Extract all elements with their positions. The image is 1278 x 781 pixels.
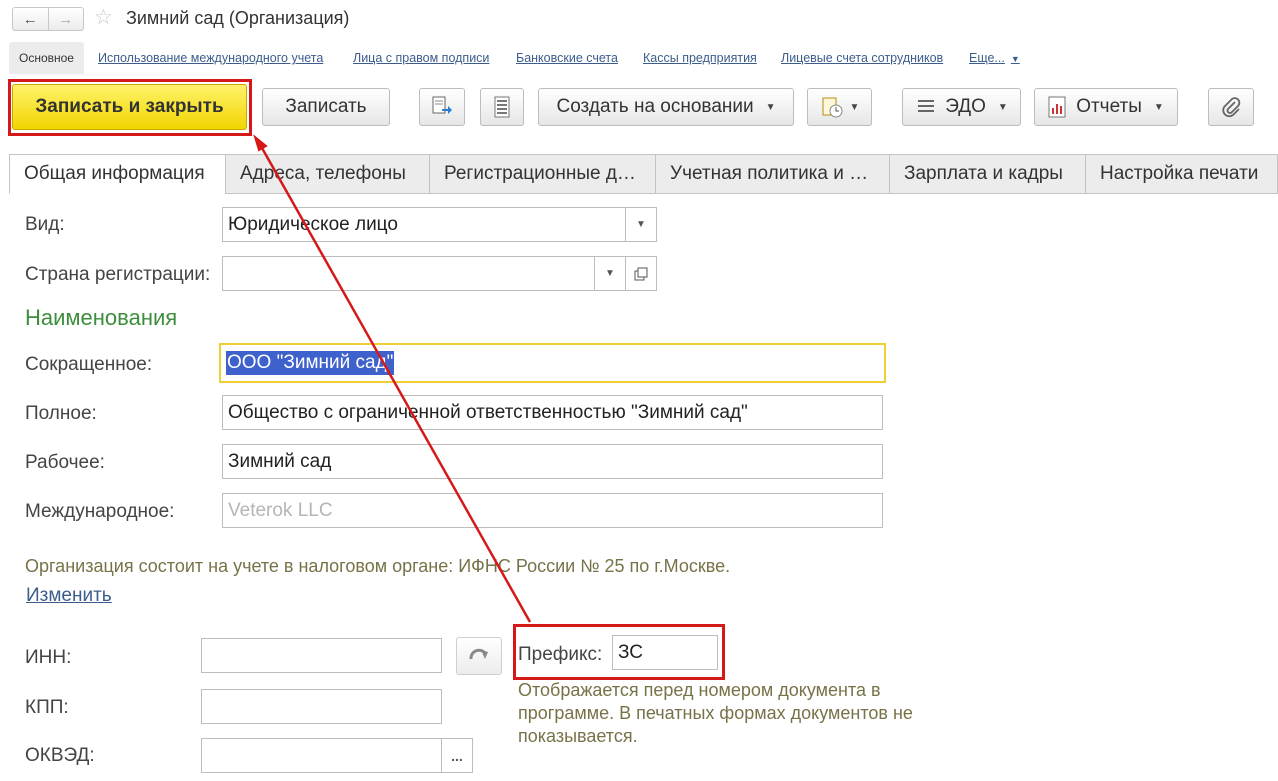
favorite-star-icon[interactable]: ☆ (94, 7, 113, 29)
tab-general-info[interactable]: Общая информация (9, 154, 226, 194)
paperclip-icon (1222, 97, 1241, 118)
tab-registration[interactable]: Регистрационные д… (429, 154, 656, 194)
reports-button[interactable]: Отчеты ▼ (1034, 88, 1178, 126)
nav-buttons: ← → (12, 7, 84, 31)
link-employee-accounts[interactable]: Лицевые счета сотрудников (781, 51, 943, 65)
window-title: Зимний сад (Организация) (126, 8, 350, 28)
short-name-value: ООО "Зимний сад" (226, 351, 395, 375)
forward-arrow-icon[interactable]: → (47, 8, 84, 30)
prefix-note-line-3: показывается. (518, 726, 638, 746)
link-cash-desks[interactable]: Кассы предприятия (643, 51, 757, 65)
working-name-input[interactable]: Зимний сад (222, 444, 883, 479)
tab-print-settings[interactable]: Настройка печати (1085, 154, 1278, 194)
type-label: Вид: (25, 214, 65, 235)
list-icon[interactable] (480, 88, 524, 126)
okved-input[interactable] (201, 738, 442, 773)
chevron-down-icon: ▼ (997, 101, 1008, 113)
link-main[interactable]: Основное (9, 42, 84, 74)
inn-label: ИНН: (25, 647, 72, 668)
report-chart-icon (1048, 96, 1066, 118)
working-name-label: Рабочее: (25, 452, 105, 473)
link-more[interactable]: Еще... ▼ (969, 51, 1020, 65)
international-name-input[interactable]: Veterok LLC (222, 493, 883, 528)
full-name-value: Общество с ограниченной ответственностью… (228, 401, 748, 423)
prefix-note-line-2: программе. В печатных формах документов … (518, 703, 913, 723)
edo-button[interactable]: ЭДО ▼ (902, 88, 1021, 126)
chevron-down-icon: ▼ (1010, 54, 1020, 64)
tax-office-note: Организация состоит на учете в налоговом… (25, 556, 731, 576)
chevron-down-icon[interactable]: ▼ (594, 256, 626, 291)
edo-label: ЭДО (945, 96, 986, 117)
open-icon[interactable] (625, 256, 657, 291)
tab-bar: Общая информация Адреса, телефоны Регист… (9, 154, 1278, 194)
kpp-label: КПП: (25, 697, 69, 718)
okved-select-button[interactable]: ... (441, 738, 473, 773)
tab-payroll-hr[interactable]: Зарплата и кадры (889, 154, 1086, 194)
names-heading: Наименования (25, 305, 178, 330)
okved-label: ОКВЭД: (25, 745, 95, 766)
reports-label: Отчеты (1076, 96, 1142, 117)
create-based-on-label: Создать на основании (556, 96, 754, 117)
prefix-input[interactable]: ЗС (612, 635, 718, 670)
chevron-down-icon: ▼ (765, 101, 776, 113)
short-name-label: Сокращенное: (25, 354, 153, 375)
full-name-label: Полное: (25, 403, 97, 424)
document-clock-icon (822, 97, 843, 118)
link-more-label: Еще... (969, 51, 1005, 65)
save-and-close-button[interactable]: Записать и закрыть (12, 84, 247, 130)
prefix-label: Префикс: (518, 644, 603, 665)
refresh-arrow-icon (469, 648, 488, 660)
link-international-accounting[interactable]: Использование международного учета (98, 51, 323, 65)
full-name-input[interactable]: Общество с ограниченной ответственностью… (222, 395, 883, 430)
prefix-note-line-1: Отображается перед номером документа в (518, 680, 881, 700)
create-based-on-button[interactable]: Создать на основании ▼ (538, 88, 794, 126)
chevron-down-icon: ▼ (849, 101, 860, 113)
link-signatories[interactable]: Лица с правом подписи (353, 51, 489, 65)
title-bar: ← → ☆ Зимний сад (Организация) (0, 0, 1278, 38)
working-name-value: Зимний сад (228, 450, 332, 472)
chevron-down-icon[interactable]: ▼ (625, 207, 657, 242)
change-link[interactable]: Изменить (26, 585, 112, 607)
edo-icon (918, 100, 935, 112)
print-menu-button[interactable]: ▼ (807, 88, 872, 126)
international-name-label: Международное: (25, 501, 175, 522)
tab-addresses-phones[interactable]: Адреса, телефоны (225, 154, 430, 194)
prefix-value: ЗС (618, 641, 643, 663)
kpp-input[interactable] (201, 689, 442, 724)
short-name-input[interactable]: ООО "Зимний сад" (219, 343, 886, 383)
country-label: Страна регистрации: (25, 264, 211, 285)
save-button[interactable]: Записать (262, 88, 390, 126)
fill-by-inn-button[interactable] (456, 637, 502, 675)
chevron-down-icon: ▼ (1153, 101, 1164, 113)
type-select[interactable]: Юридическое лицо (222, 207, 626, 242)
form-links-row: Основное Использование международного уч… (9, 42, 1269, 74)
document-flow-icon[interactable] (419, 88, 465, 126)
tab-accounting-policy[interactable]: Учетная политика и … (655, 154, 890, 194)
link-bank-accounts[interactable]: Банковские счета (516, 51, 618, 65)
type-value: Юридическое лицо (228, 213, 398, 235)
country-input[interactable] (222, 256, 595, 291)
back-arrow-icon[interactable]: ← (13, 8, 48, 30)
inn-input[interactable] (201, 638, 442, 673)
attach-button[interactable] (1208, 88, 1254, 126)
international-name-placeholder: Veterok LLC (228, 499, 333, 521)
